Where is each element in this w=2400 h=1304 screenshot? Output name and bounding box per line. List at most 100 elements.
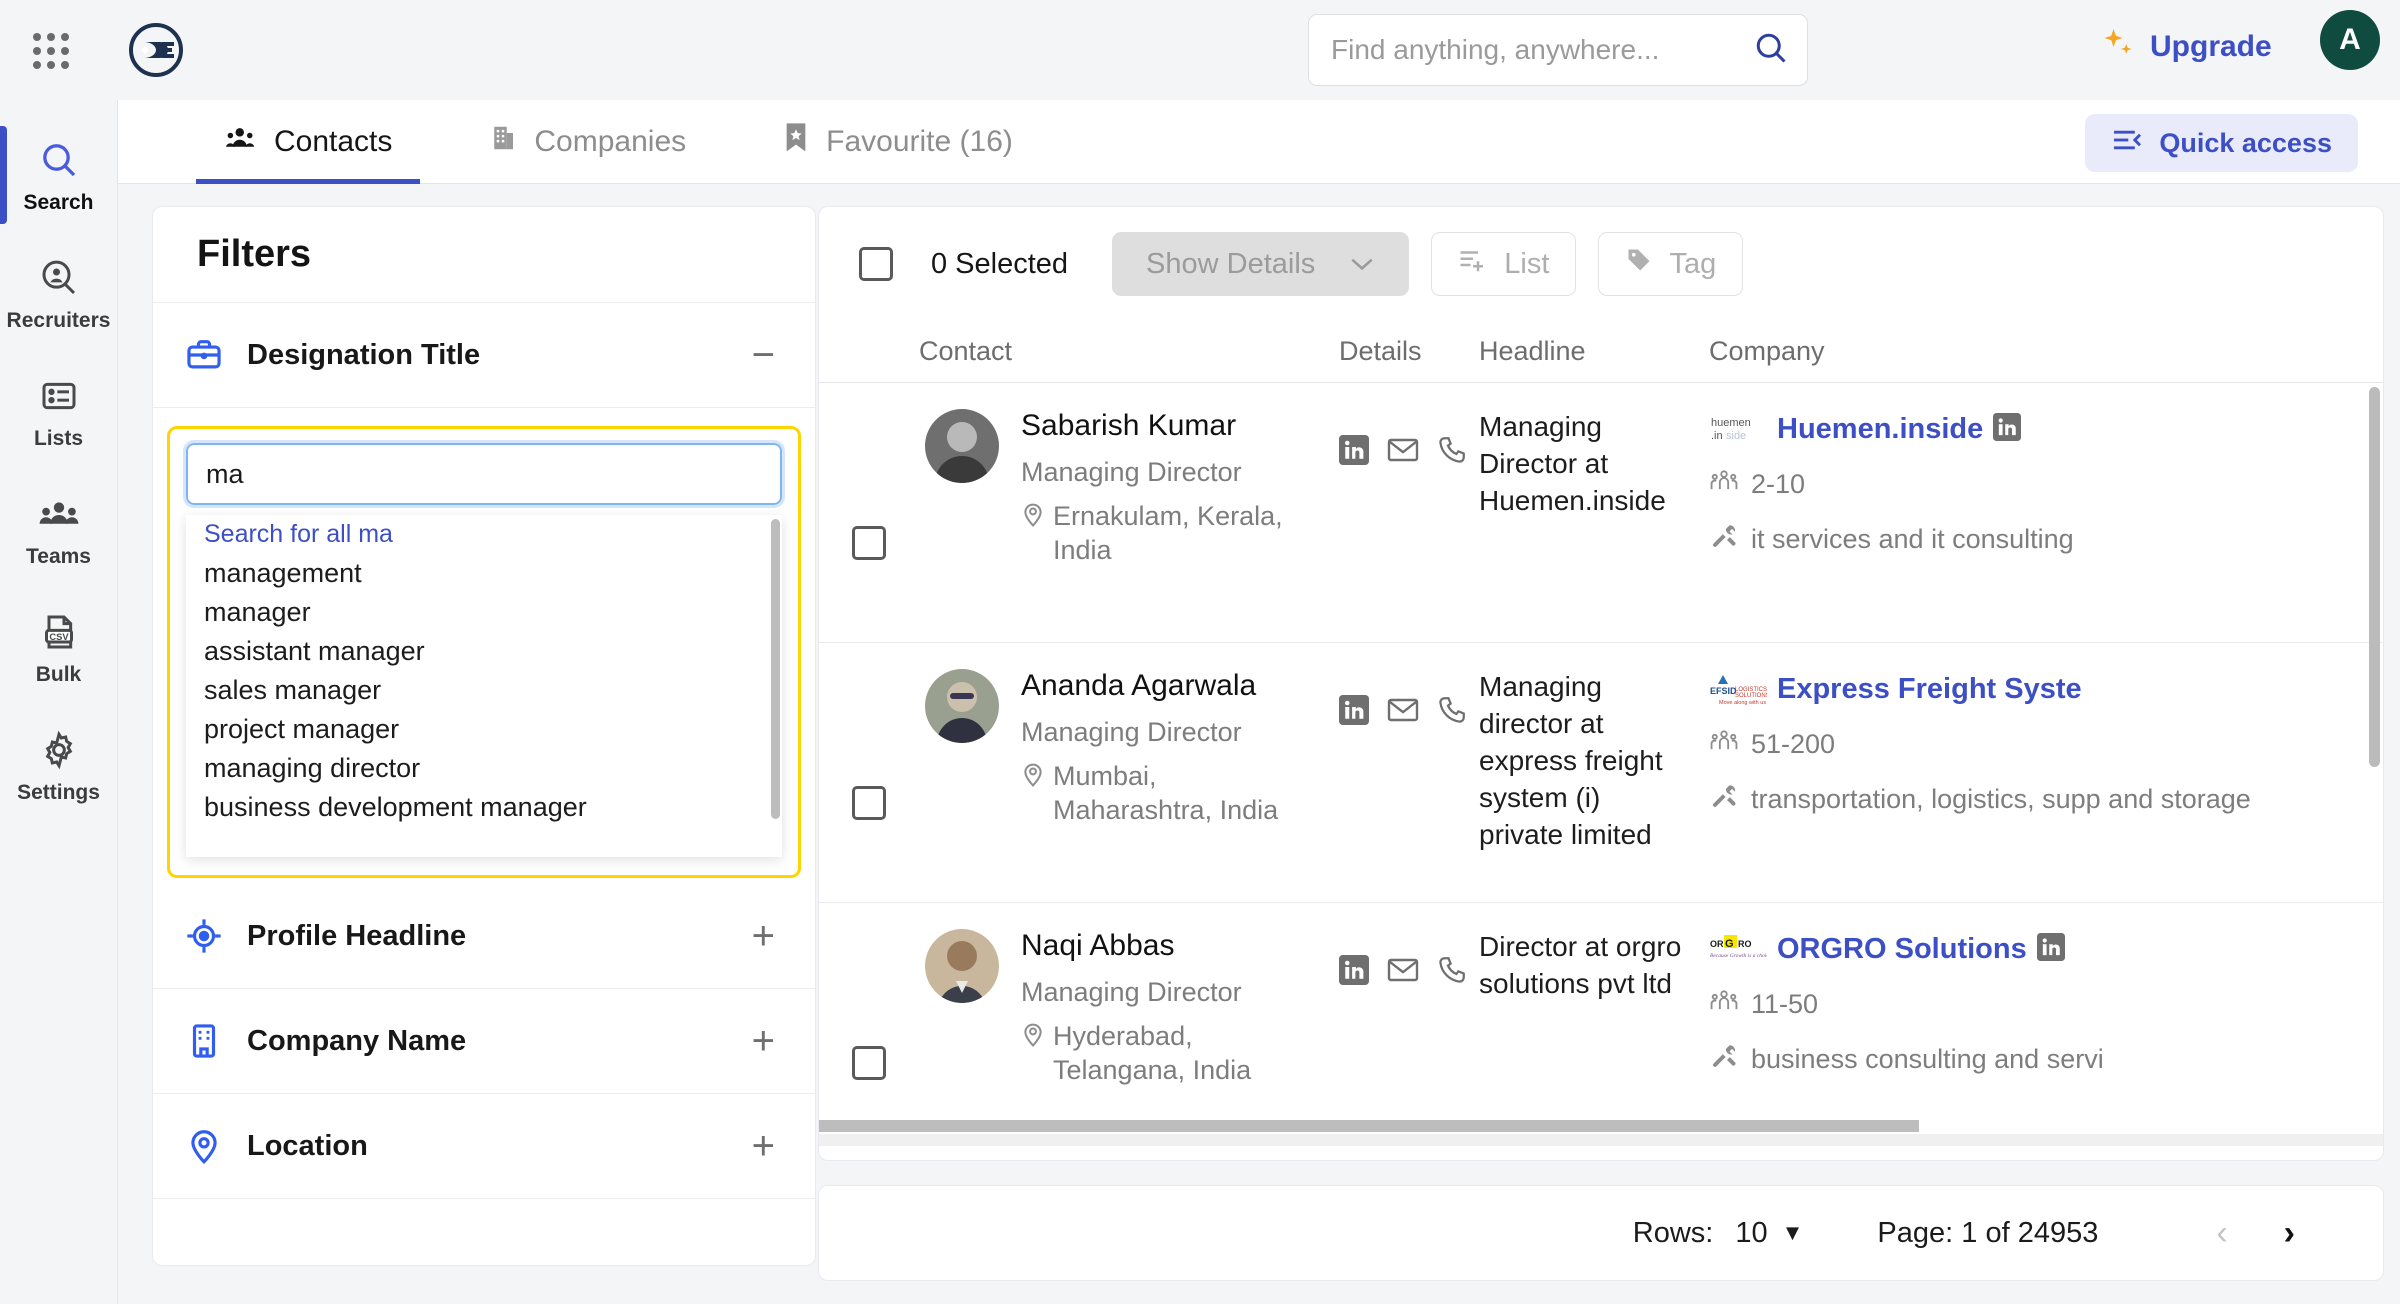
- tag-button[interactable]: Tag: [1598, 232, 1744, 296]
- expand-toggle-icon[interactable]: +: [752, 1021, 775, 1061]
- tab-companies[interactable]: Companies: [460, 100, 714, 184]
- show-details-button[interactable]: Show Details: [1112, 232, 1410, 296]
- svg-text:Because Growth is a choice: Because Growth is a choice: [1710, 953, 1767, 959]
- results-panel: 0 Selected Show Details List Tag Contact…: [818, 206, 2384, 1161]
- details-cell: [1339, 409, 1479, 616]
- search-input[interactable]: [1331, 34, 1753, 66]
- chevron-right-icon[interactable]: ›: [2256, 1214, 2323, 1253]
- sidebar-item-label: Teams: [26, 544, 91, 568]
- company-header: OR G RO Because Growth is a choice ORGRO…: [1709, 929, 2383, 969]
- suggestion-item[interactable]: business development manager: [186, 788, 782, 827]
- sidebar-item-recruiters[interactable]: Recruiters: [0, 236, 117, 354]
- contact-name[interactable]: Naqi Abbas: [1021, 929, 1321, 963]
- location-pin-icon: [1021, 1020, 1045, 1057]
- sidebar-item-label: Recruiters: [6, 308, 111, 332]
- filter-company-name[interactable]: Company Name +: [153, 989, 815, 1094]
- suggestion-item[interactable]: manager: [186, 593, 782, 632]
- phone-icon[interactable]: [1437, 435, 1467, 470]
- global-search-bar[interactable]: [1308, 14, 1808, 86]
- left-nav-rail: Search Recruiters Lists Teams CSV Bulk S…: [0, 100, 118, 1304]
- suggestion-item[interactable]: management: [186, 554, 782, 593]
- add-to-list-button[interactable]: List: [1431, 232, 1577, 296]
- suggestion-item[interactable]: project manager: [186, 710, 782, 749]
- select-all-checkbox[interactable]: [859, 247, 893, 281]
- suggestion-item[interactable]: sales manager: [186, 671, 782, 710]
- company-industry: it services and it consulting: [1709, 522, 2383, 559]
- filter-profile-headline[interactable]: Profile Headline +: [153, 884, 815, 989]
- filter-location[interactable]: Location +: [153, 1094, 815, 1199]
- filter-designation-title-header[interactable]: Designation Title −: [153, 303, 815, 408]
- linkedin-icon[interactable]: [1339, 695, 1369, 730]
- filter-label: Company Name: [247, 1024, 467, 1057]
- company-name-link[interactable]: Express Freight Syste: [1777, 673, 2082, 706]
- linkedin-icon[interactable]: [1339, 955, 1369, 990]
- sidebar-item-teams[interactable]: Teams: [0, 472, 117, 590]
- linkedin-icon[interactable]: [2036, 932, 2065, 966]
- contact-cell: Naqi Abbas Managing Director Hyderabad, …: [919, 929, 1339, 1136]
- people-count-icon: [1709, 987, 1739, 1024]
- search-icon[interactable]: [1753, 30, 1789, 71]
- tab-favourite[interactable]: Favourite (16): [754, 100, 1041, 184]
- designation-suggestion-list[interactable]: Search for all ma management manager ass…: [186, 515, 782, 857]
- contact-name[interactable]: Sabarish Kumar: [1021, 409, 1321, 443]
- phone-icon[interactable]: [1437, 955, 1467, 990]
- company-size: 2-10: [1709, 467, 2383, 504]
- contact-location: Mumbai, Maharashtra, India: [1021, 760, 1321, 828]
- rows-per-page-select[interactable]: 10 ▼: [1735, 1217, 1803, 1250]
- svg-text:huemen: huemen: [1711, 417, 1751, 429]
- tools-icon: [1709, 1042, 1739, 1079]
- email-icon[interactable]: [1387, 695, 1419, 730]
- sidebar-item-settings[interactable]: Settings: [0, 708, 117, 826]
- company-name-link[interactable]: ORGRO Solutions: [1777, 933, 2027, 966]
- suggestion-item[interactable]: managing director: [186, 749, 782, 788]
- row-checkbox[interactable]: [852, 525, 886, 560]
- brand-logo-icon[interactable]: [128, 22, 184, 78]
- contact-cell: Ananda Agarwala Managing Director Mumbai…: [919, 669, 1339, 876]
- avatar: [925, 929, 999, 1003]
- gear-icon: [39, 730, 79, 775]
- row-checkbox[interactable]: [852, 1045, 886, 1080]
- page-title: Filters: [153, 207, 815, 303]
- avatar[interactable]: A: [2320, 10, 2380, 70]
- collapse-panel-icon: [2111, 127, 2143, 160]
- phone-icon[interactable]: [1437, 695, 1467, 730]
- suggestion-search-all[interactable]: Search for all ma: [186, 515, 782, 554]
- linkedin-icon[interactable]: [1993, 412, 2022, 446]
- suggestion-scrollbar[interactable]: [771, 519, 780, 819]
- chevron-down-icon: [1349, 248, 1375, 281]
- sidebar-item-bulk[interactable]: CSV Bulk: [0, 590, 117, 708]
- column-header-company: Company: [1709, 336, 1825, 366]
- table-row[interactable]: Ananda Agarwala Managing Director Mumbai…: [819, 643, 2383, 903]
- svg-text:OR: OR: [1710, 939, 1724, 949]
- row-checkbox[interactable]: [852, 785, 886, 820]
- sidebar-item-search[interactable]: Search: [0, 118, 117, 236]
- upgrade-button[interactable]: Upgrade: [2100, 26, 2272, 67]
- expand-toggle-icon[interactable]: +: [752, 916, 775, 956]
- company-name-link[interactable]: Huemen.inside: [1777, 413, 1983, 446]
- location-pin-icon: [1021, 500, 1045, 537]
- linkedin-icon[interactable]: [1339, 435, 1369, 470]
- sparkle-icon: [2100, 26, 2136, 67]
- sidebar-item-label: Lists: [33, 426, 83, 450]
- contact-name[interactable]: Ananda Agarwala: [1021, 669, 1321, 703]
- results-horizontal-scrollbar-thumb[interactable]: [819, 1120, 1919, 1132]
- table-row[interactable]: Sabarish Kumar Managing Director Ernakul…: [819, 383, 2383, 643]
- results-horizontal-scrollbar-track[interactable]: [819, 1120, 2383, 1146]
- email-icon[interactable]: [1387, 955, 1419, 990]
- headline-text: Managing Director at Huemen.inside: [1479, 411, 1666, 516]
- tab-contacts[interactable]: Contacts: [196, 100, 421, 184]
- results-vertical-scrollbar[interactable]: [2369, 387, 2380, 767]
- suggestion-item[interactable]: assistant manager: [186, 632, 782, 671]
- collapse-toggle-icon[interactable]: −: [752, 335, 775, 375]
- sidebar-item-lists[interactable]: Lists: [0, 354, 117, 472]
- apps-grid-icon[interactable]: [33, 33, 69, 69]
- designation-search-input[interactable]: [183, 440, 785, 508]
- tab-label: Contacts: [274, 124, 393, 158]
- quick-access-button[interactable]: Quick access: [2085, 114, 2358, 172]
- people-icon: [224, 123, 258, 161]
- column-header-details: Details: [1339, 336, 1422, 366]
- contact-location: Ernakulam, Kerala, India: [1021, 500, 1321, 568]
- chevron-left-icon[interactable]: ‹: [2188, 1214, 2255, 1253]
- expand-toggle-icon[interactable]: +: [752, 1126, 775, 1166]
- email-icon[interactable]: [1387, 435, 1419, 470]
